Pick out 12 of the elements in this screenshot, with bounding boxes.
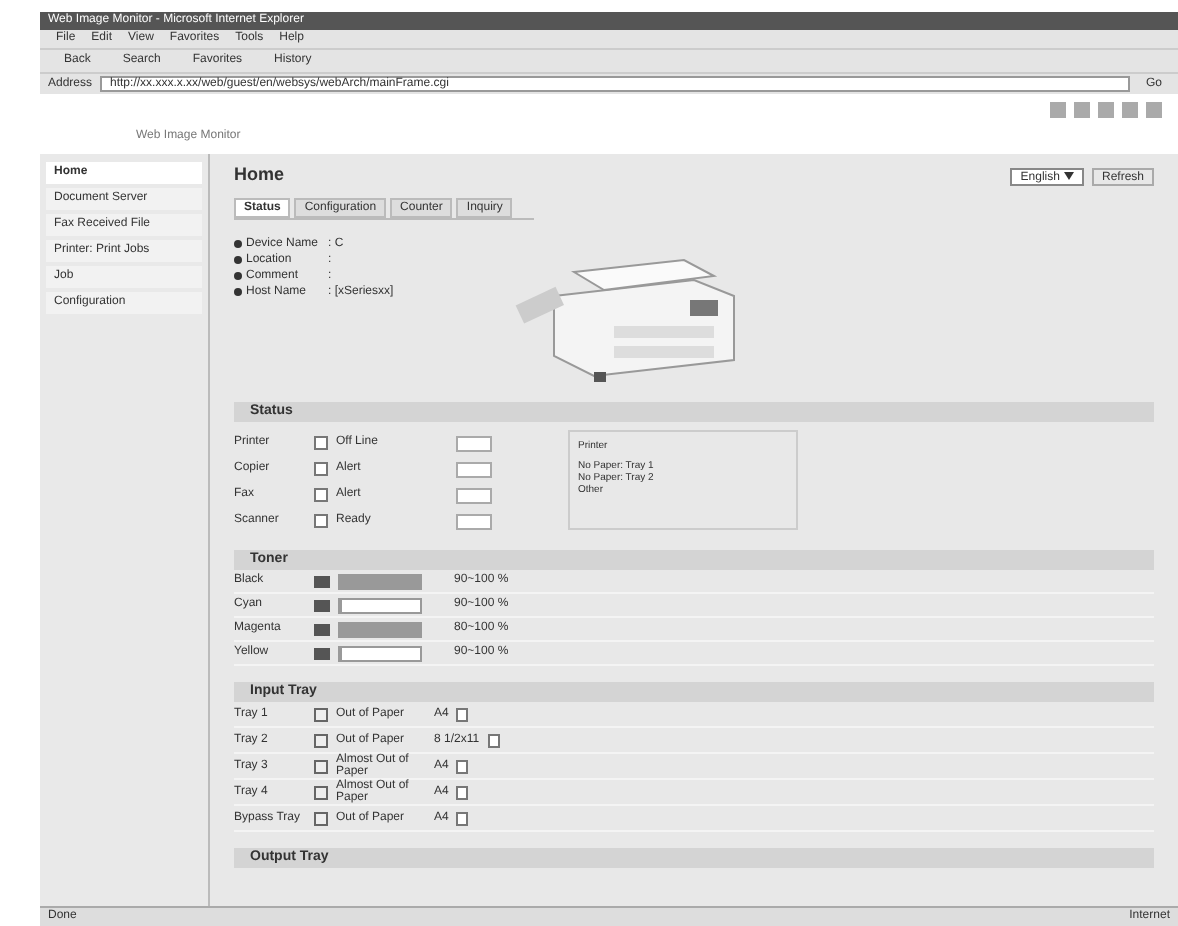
- caret-icon: [1063, 171, 1074, 180]
- bullet-icon: [234, 256, 242, 264]
- bullet-icon: [234, 240, 242, 248]
- status-indicator: [456, 487, 492, 503]
- page-title: Home: [234, 162, 285, 189]
- bullet-icon: [234, 288, 242, 296]
- status-indicator: [456, 435, 492, 451]
- status-indicator: [456, 513, 492, 529]
- paper-icon: [487, 733, 500, 747]
- status-indicator: [456, 461, 492, 477]
- bullet-icon: [234, 272, 242, 280]
- paper-icon: [456, 707, 469, 721]
